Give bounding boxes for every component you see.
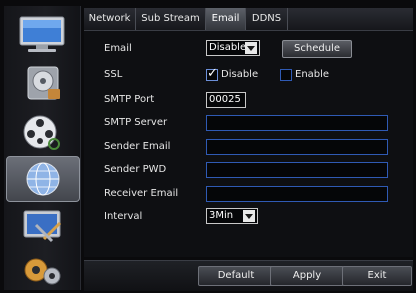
sender-email-label: Sender Email bbox=[104, 141, 171, 152]
bottom-button-bar: Default Apply Exit bbox=[84, 260, 413, 291]
receiver-email-field[interactable] bbox=[206, 186, 388, 202]
tab-network[interactable]: Network bbox=[84, 8, 136, 30]
apply-button[interactable]: Apply bbox=[270, 266, 344, 286]
tab-bar: Network Sub Stream Email DDNS bbox=[84, 8, 413, 31]
smtp-server-field[interactable] bbox=[206, 115, 388, 131]
chevron-down-icon bbox=[243, 210, 255, 222]
exit-button[interactable]: Exit bbox=[342, 266, 412, 286]
email-select[interactable]: Disable bbox=[206, 40, 260, 56]
smtp-port-field[interactable]: 00025 bbox=[206, 92, 246, 108]
tab-sub-stream[interactable]: Sub Stream bbox=[136, 8, 206, 30]
default-button[interactable]: Default bbox=[198, 266, 274, 286]
ssl-disable-checkbox[interactable] bbox=[206, 66, 218, 81]
ssl-label: SSL bbox=[104, 69, 123, 80]
receiver-email-label: Receiver Email bbox=[104, 188, 179, 199]
ssl-enable-label: Enable bbox=[295, 69, 330, 80]
email-settings-panel: Email Disable Schedule SSL Disable Enabl… bbox=[84, 31, 413, 257]
ssl-disable-label: Disable bbox=[221, 69, 259, 80]
sidebar-item-network[interactable] bbox=[6, 156, 80, 202]
ssl-enable-checkbox[interactable] bbox=[280, 69, 292, 81]
tab-ddns[interactable]: DDNS bbox=[246, 8, 288, 30]
sidebar-item-display[interactable] bbox=[10, 12, 74, 56]
tab-email[interactable]: Email bbox=[206, 8, 246, 30]
sender-email-field[interactable] bbox=[206, 139, 388, 155]
sidebar-item-storage[interactable] bbox=[10, 61, 74, 105]
sidebar-item-advanced[interactable] bbox=[10, 248, 74, 292]
interval-label: Interval bbox=[104, 211, 143, 222]
smtp-port-label: SMTP Port bbox=[104, 94, 155, 105]
sidebar-item-record[interactable] bbox=[10, 110, 74, 154]
globe-network-icon bbox=[26, 162, 60, 196]
gears-icon bbox=[24, 258, 61, 285]
schedule-button[interactable]: Schedule bbox=[282, 40, 352, 58]
monitor-icon bbox=[19, 16, 65, 52]
smtp-server-label: SMTP Server bbox=[104, 117, 168, 128]
email-label: Email bbox=[104, 43, 132, 54]
camera-reel-icon bbox=[23, 115, 60, 150]
sidebar-item-system[interactable] bbox=[10, 203, 74, 247]
chevron-down-icon bbox=[245, 42, 257, 54]
disk-icon bbox=[27, 66, 60, 100]
sender-pwd-label: Sender PWD bbox=[104, 164, 167, 175]
sender-pwd-field[interactable] bbox=[206, 162, 388, 178]
email-select-value: Disable bbox=[209, 42, 247, 53]
interval-select[interactable]: 3Min bbox=[206, 208, 258, 224]
sidebar bbox=[4, 6, 81, 290]
screen-tools-icon bbox=[23, 210, 62, 243]
interval-select-value: 3Min bbox=[209, 210, 234, 221]
